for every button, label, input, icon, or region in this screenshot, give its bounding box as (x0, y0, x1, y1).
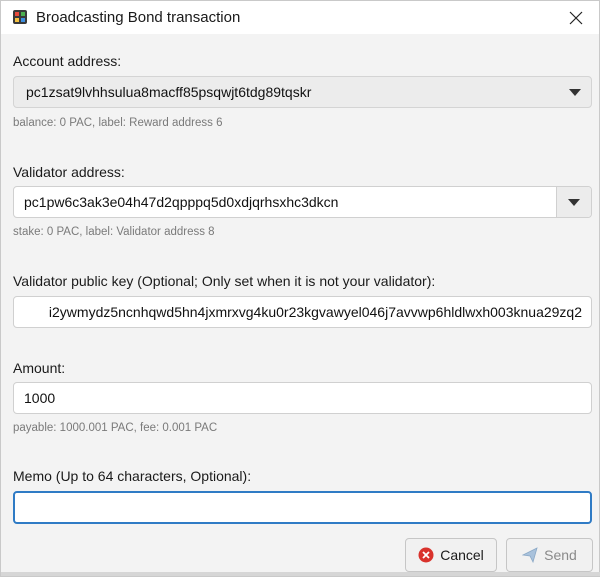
validator-address-label: Validator address: (13, 164, 125, 180)
app-cube-icon (13, 10, 27, 24)
account-balance-hint: balance: 0 PAC, label: Reward address 6 (13, 117, 223, 129)
chevron-down-icon (569, 89, 581, 96)
send-button-label: Send (544, 547, 577, 563)
amount-value: 1000 (24, 390, 56, 406)
title-bar: Broadcasting Bond transaction (1, 1, 599, 34)
cancel-button-label: Cancel (440, 547, 484, 563)
public-key-input[interactable]: i2ywmydz5ncnhqwd5hn4jxmrxvg4ku0r23kgvawy… (13, 296, 592, 328)
public-key-label: Validator public key (Optional; Only set… (13, 273, 436, 289)
chevron-down-icon (568, 199, 580, 206)
amount-label: Amount: (13, 360, 66, 376)
send-button[interactable]: Send (506, 538, 593, 572)
memo-input[interactable] (13, 491, 592, 524)
bottom-edge (1, 572, 600, 576)
account-address-label: Account address: (13, 53, 122, 69)
close-button[interactable] (553, 1, 599, 34)
bond-dialog: Broadcasting Bond transaction Account ad… (0, 0, 600, 577)
validator-address-combo[interactable]: pc1pw6c3ak3e04h47d2qpppq5d0xdjqrhsxhc3dk… (13, 186, 592, 218)
close-icon (569, 11, 583, 24)
cancel-button[interactable]: Cancel (405, 538, 497, 572)
amount-input[interactable]: 1000 (13, 382, 592, 414)
public-key-value: i2ywmydz5ncnhqwd5hn4jxmrxvg4ku0r23kgvawy… (48, 304, 582, 320)
amount-payable-hint: payable: 1000.001 PAC, fee: 0.001 PAC (13, 422, 218, 434)
validator-address-value: pc1pw6c3ak3e04h47d2qpppq5d0xdjqrhsxhc3dk… (24, 194, 339, 210)
window-title: Broadcasting Bond transaction (36, 9, 241, 26)
validator-stake-hint: stake: 0 PAC, label: Validator address 8 (13, 226, 215, 238)
account-address-value: pc1zsat9lvhhsulua8macff85psqwjt6tdg89tqs… (26, 84, 312, 100)
memo-label: Memo (Up to 64 characters, Optional): (13, 468, 252, 484)
validator-dropdown-button[interactable] (556, 187, 591, 217)
cancel-circle-icon (418, 547, 434, 563)
send-plane-icon (522, 547, 538, 563)
account-address-select[interactable]: pc1zsat9lvhhsulua8macff85psqwjt6tdg89tqs… (13, 76, 592, 108)
